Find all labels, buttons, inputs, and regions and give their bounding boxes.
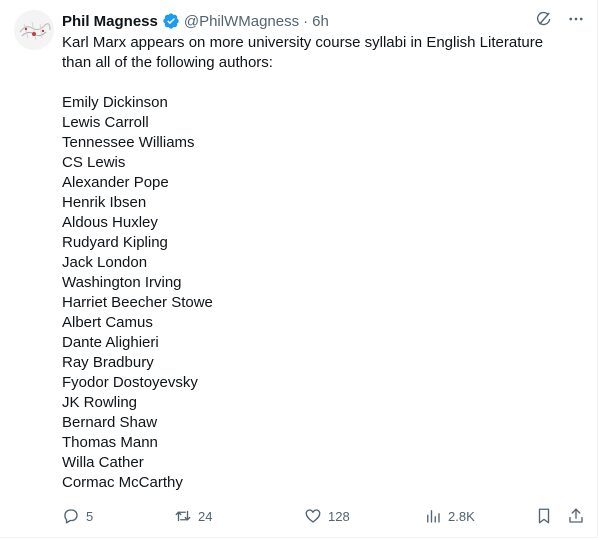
- list-item: Ray Bradbury: [62, 354, 154, 371]
- author-list: Emily Dickinson Lewis Carroll Tennessee …: [62, 93, 562, 493]
- repost-button[interactable]: 24: [174, 507, 304, 525]
- tweet-body: Karl Marx appears on more university cou…: [62, 33, 562, 493]
- bookmark-icon: [538, 508, 550, 524]
- list-item: Alexander Pope: [62, 174, 169, 191]
- tweet: Phil Magness @PhilWMagness · 6h Karl Mar…: [0, 0, 598, 538]
- more-icon[interactable]: [567, 10, 585, 28]
- reply-icon: [64, 509, 78, 524]
- repost-count: 24: [198, 508, 213, 524]
- list-item: Henrik Ibsen: [62, 194, 147, 211]
- list-item: Harriet Beecher Stowe: [62, 294, 213, 311]
- tweet-actions: 5 24 128 2.8K: [62, 504, 585, 528]
- tweet-intro-text: Karl Marx appears on more university cou…: [62, 34, 544, 71]
- like-count: 128: [328, 508, 350, 524]
- list-item: Bernard Shaw: [62, 414, 158, 431]
- reply-count: 5: [86, 508, 94, 524]
- list-item: Washington Irving: [62, 274, 182, 291]
- share-button[interactable]: [567, 507, 585, 525]
- list-item: Rudyard Kipling: [62, 234, 168, 251]
- author-handle[interactable]: @PhilWMagness: [184, 13, 299, 30]
- avatar[interactable]: [14, 10, 54, 50]
- list-item: Fyodor Dostoyevsky: [62, 374, 198, 391]
- header-actions: [535, 10, 585, 28]
- separator-dot: ·: [303, 12, 309, 30]
- list-item: Aldous Huxley: [62, 214, 158, 231]
- like-button[interactable]: 128: [304, 507, 424, 525]
- list-item: Tennessee Williams: [62, 134, 195, 151]
- list-item: Cormac McCarthy: [62, 474, 183, 491]
- timestamp[interactable]: 6h: [312, 13, 329, 30]
- verified-badge-icon: [162, 12, 180, 30]
- list-item: JK Rowling: [62, 394, 138, 411]
- list-item: Lewis Carroll: [62, 114, 149, 131]
- views-icon: [427, 510, 440, 523]
- list-item: Albert Camus: [62, 314, 153, 331]
- share-icon: [569, 508, 583, 523]
- list-item: Thomas Mann: [62, 434, 158, 451]
- view-count: 2.8K: [448, 508, 475, 524]
- bookmark-button[interactable]: [535, 507, 553, 525]
- list-item: CS Lewis: [62, 154, 126, 171]
- grok-icon[interactable]: [535, 10, 553, 28]
- heart-icon: [305, 509, 321, 523]
- reply-button[interactable]: 5: [62, 507, 128, 525]
- views-button[interactable]: 2.8K: [424, 507, 514, 525]
- list-item: Emily Dickinson: [62, 94, 168, 111]
- list-item: Dante Alighieri: [62, 334, 159, 351]
- tweet-header: Phil Magness @PhilWMagness · 6h: [62, 10, 587, 32]
- author-name[interactable]: Phil Magness: [62, 13, 158, 30]
- repost-icon: [175, 510, 191, 522]
- list-item: Willa Cather: [62, 454, 144, 471]
- tweet-actions-right: [535, 507, 585, 525]
- list-item: Jack London: [62, 254, 148, 271]
